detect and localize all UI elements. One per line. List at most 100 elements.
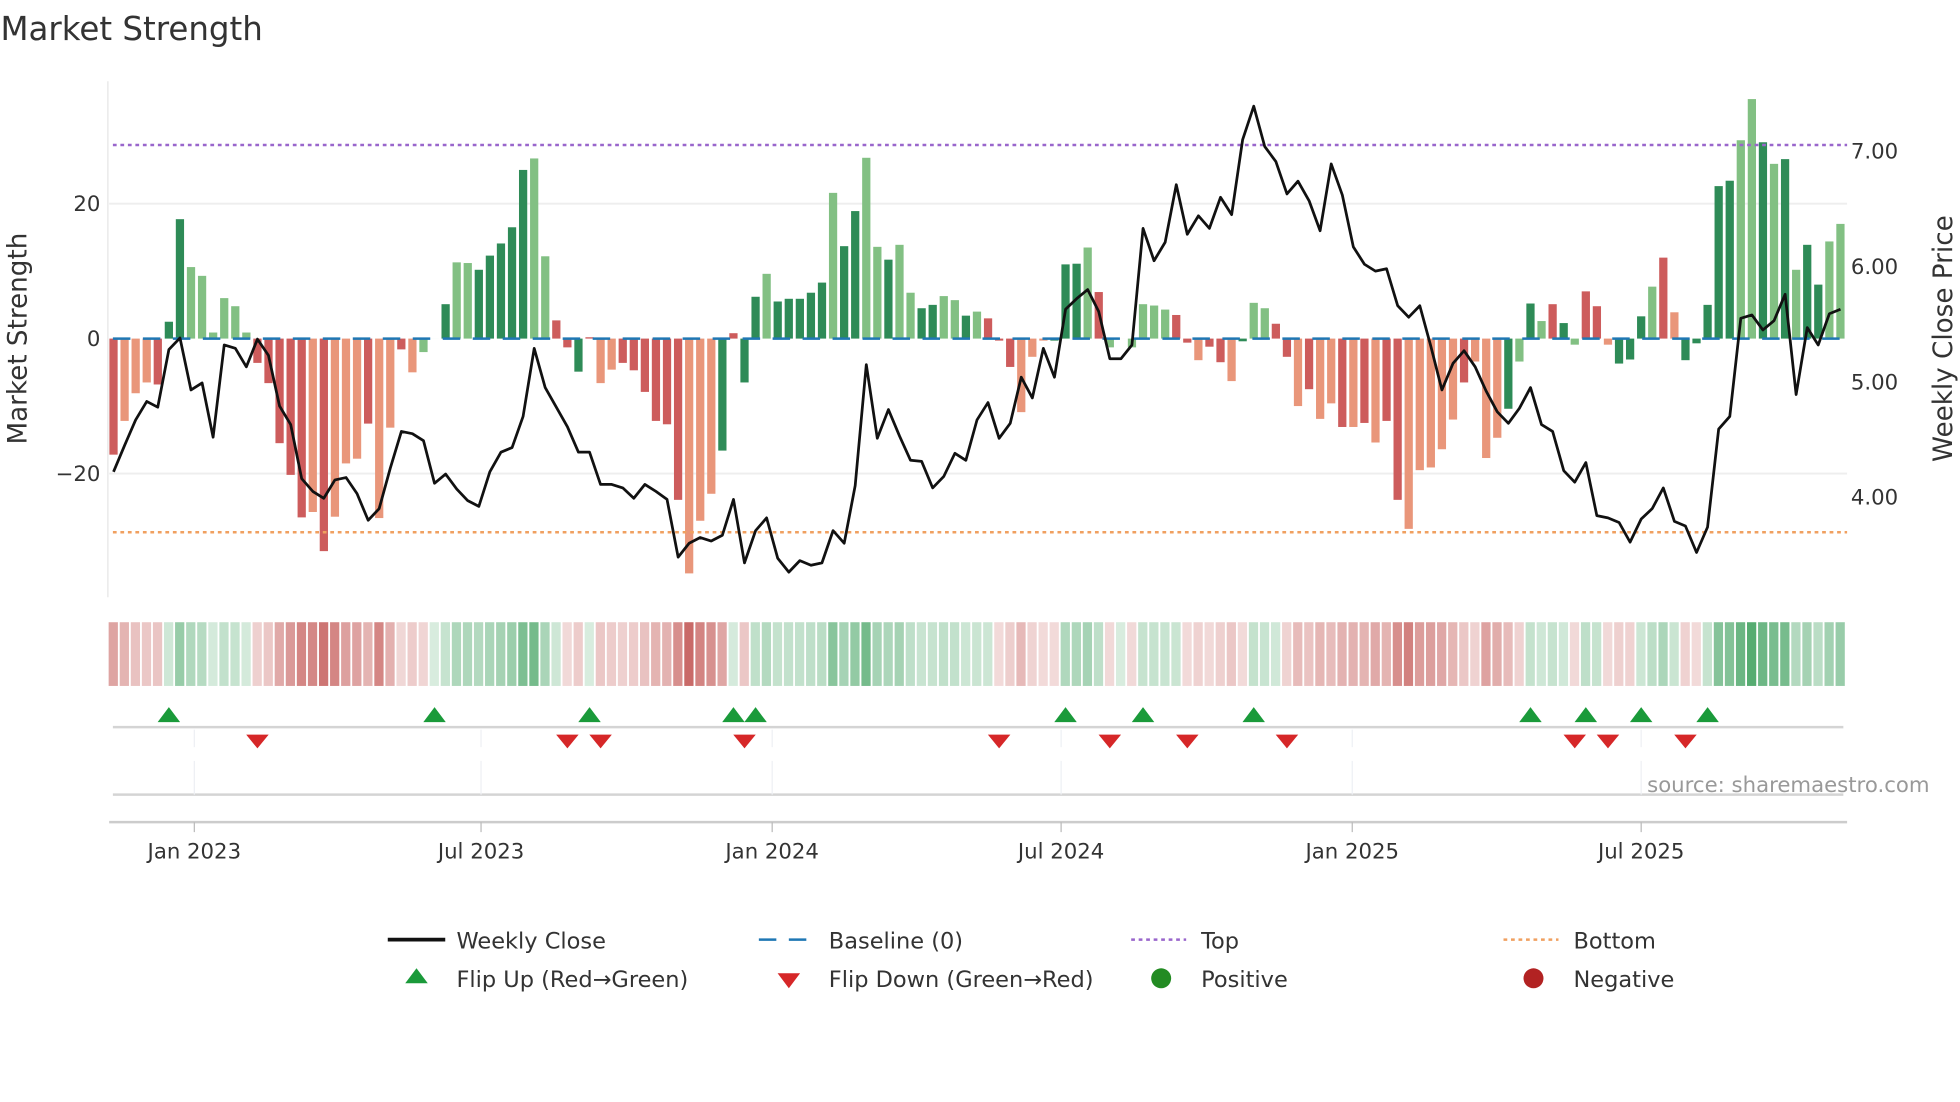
strength-strip-cell	[130, 622, 141, 686]
strength-strip-cell	[794, 622, 805, 686]
strength-bar	[452, 262, 461, 339]
strength-strip-cell	[352, 622, 362, 686]
strength-strip-cell	[905, 622, 915, 686]
strength-strip-cell	[1747, 622, 1757, 686]
strength-bar	[1172, 314, 1181, 339]
strength-strip-cell	[1226, 622, 1236, 686]
strength-strip-cell	[1138, 622, 1148, 686]
strength-bar	[463, 263, 472, 339]
strength-bar	[917, 308, 926, 339]
strength-bar	[1382, 338, 1391, 421]
strength-strip-cell	[1237, 622, 1248, 686]
flip-down-marker	[1098, 734, 1122, 749]
strength-strip-cell	[1016, 622, 1026, 686]
strength-strip-cell	[1503, 622, 1513, 686]
flip-up-marker	[722, 707, 745, 723]
strength-strip-cell	[640, 622, 650, 686]
strength-bar	[862, 157, 871, 339]
strength-bar	[784, 298, 793, 339]
strength-bar	[131, 338, 140, 394]
strength-bar	[441, 304, 450, 339]
strength-strip-cell	[1259, 622, 1270, 686]
strength-strip-cell	[330, 622, 340, 686]
strength-strip-cell	[1093, 622, 1104, 686]
strength-strip-cell	[540, 622, 550, 686]
strength-bar	[950, 300, 959, 339]
right-tick-label: 5.00	[1851, 370, 1898, 395]
flip-up-marker	[157, 707, 181, 723]
legend-weekly-close-label: Weekly Close	[456, 928, 605, 954]
flip-up-marker	[744, 707, 767, 723]
legend-baseline-label: Baseline (0)	[829, 928, 963, 954]
strength-bar	[1814, 284, 1823, 339]
flip-down-marker	[1275, 734, 1299, 749]
strength-bar	[1249, 302, 1258, 339]
strength-strip-cell	[573, 622, 583, 686]
strength-bar	[1747, 99, 1756, 339]
strength-bar	[1537, 321, 1546, 339]
strength-bar	[685, 338, 694, 574]
flip-up-marker	[1242, 707, 1265, 723]
strength-bar	[1216, 338, 1225, 363]
strength-strip-cell	[684, 622, 694, 686]
strength-bar	[142, 338, 151, 383]
strength-bar	[1304, 338, 1314, 390]
strength-strip-cell	[1248, 622, 1259, 686]
strength-bar	[1293, 338, 1303, 407]
strength-bar	[1548, 304, 1557, 339]
legend-positive-label: Positive	[1201, 967, 1288, 993]
strength-strip-cell	[1403, 622, 1414, 686]
strength-strip-cell	[662, 622, 672, 686]
strength-strip-cell	[263, 622, 273, 686]
strength-strip-cell	[1691, 622, 1701, 686]
strength-bar	[341, 338, 351, 464]
strength-bar	[1371, 338, 1380, 443]
strength-bar	[1736, 140, 1745, 339]
strength-bar	[928, 304, 937, 339]
flip-down-marker	[589, 734, 612, 749]
strength-bar	[1592, 306, 1602, 339]
strength-strip-cell	[983, 622, 993, 686]
source-label: source: sharemaestro.com	[1647, 773, 1929, 798]
strength-bar	[197, 275, 207, 339]
strength-bar	[1714, 186, 1723, 339]
strength-strip-cell	[1359, 622, 1369, 686]
strength-bar	[1448, 338, 1458, 420]
strength-strip-cell	[429, 622, 439, 686]
strength-strip-cell	[761, 622, 772, 686]
strength-bar	[873, 246, 882, 339]
strength-strip-cell	[1315, 622, 1325, 686]
strength-strip-cell	[949, 622, 960, 686]
left-tick-label: −20	[56, 462, 101, 487]
x-tick-label: Jul 2024	[1016, 839, 1104, 864]
y-axis-title-right: Weekly Close Price	[1929, 215, 1959, 462]
strength-strip-cell	[1525, 622, 1535, 686]
strength-strip-cell	[1425, 622, 1436, 686]
strength-bar	[1703, 304, 1712, 339]
strength-bar	[662, 338, 672, 425]
x-tick-label: Jul 2025	[1596, 839, 1684, 864]
strength-strip-cell	[1459, 622, 1469, 686]
strength-bar	[983, 318, 993, 339]
strength-strip-cell	[1326, 622, 1336, 686]
strength-bar	[175, 219, 185, 339]
legend-top-label: Top	[1200, 928, 1239, 954]
flip-up-marker	[1131, 707, 1155, 723]
strength-bar	[1493, 338, 1502, 438]
strength-strip-cell	[1437, 622, 1447, 686]
flip-up-marker	[1054, 707, 1077, 723]
strength-strip-cell	[285, 622, 296, 686]
strength-strip-cell	[296, 622, 307, 686]
strength-strip-cell	[872, 622, 882, 686]
strength-strip-cell	[462, 622, 473, 686]
strength-bar	[629, 338, 638, 371]
strength-strip-cell	[108, 622, 118, 686]
legend: Weekly Close Baseline (0) Top Bottom Fli…	[387, 928, 1674, 993]
strength-strip-cell	[717, 622, 727, 686]
flip-down-marker	[1563, 734, 1587, 749]
strength-bar	[1504, 338, 1513, 409]
legend-flip-down-icon	[777, 973, 801, 989]
strength-bar	[1603, 338, 1613, 345]
strength-strip-cell	[562, 622, 572, 686]
strength-strip-cell	[1802, 622, 1812, 686]
